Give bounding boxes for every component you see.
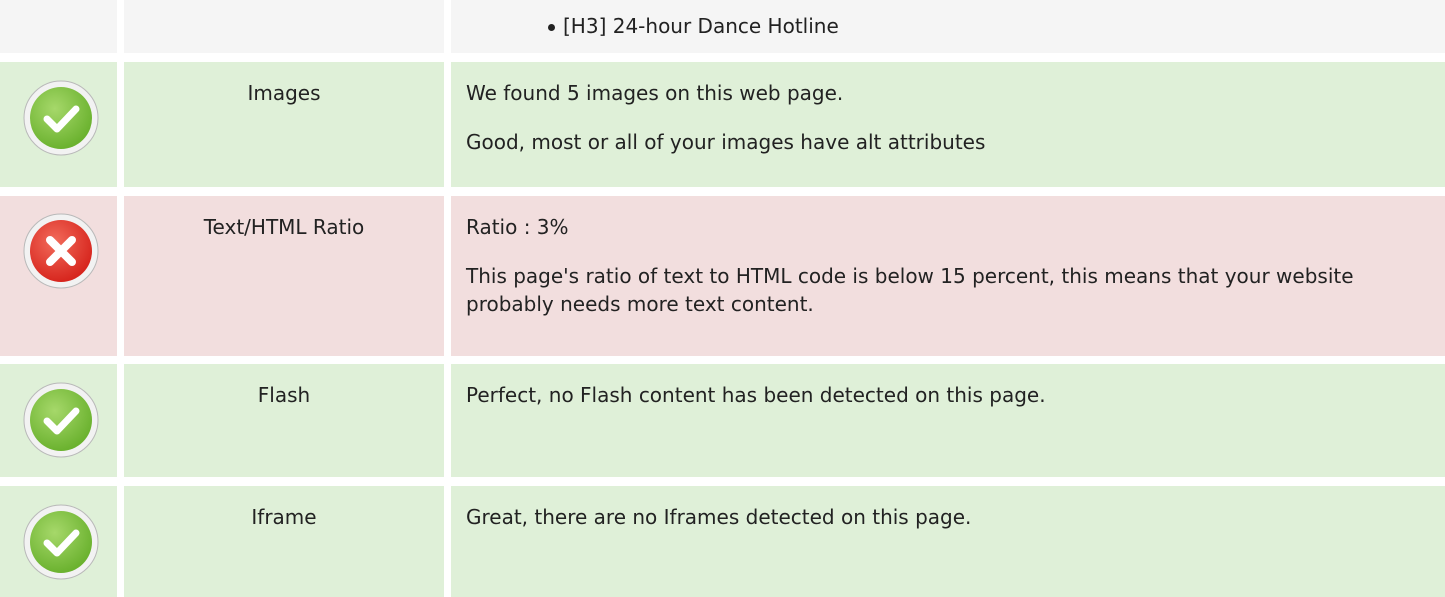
- row-label: Iframe: [124, 486, 444, 597]
- check-icon: [23, 80, 99, 156]
- images-row: Images We found 5 images on this web pag…: [0, 62, 1445, 187]
- row-content: Ratio : 3% This page's ratio of text to …: [451, 196, 1445, 356]
- row-line: Great, there are no Iframes detected on …: [466, 505, 972, 529]
- row-line: Perfect, no Flash content has been detec…: [466, 383, 1046, 407]
- row-line: Good, most or all of your images have al…: [466, 130, 986, 154]
- row-content: Great, there are no Iframes detected on …: [451, 486, 1445, 597]
- status-cell: [0, 364, 117, 477]
- heading-list-item: [H3] 24-hour Dance Hotline: [451, 0, 1445, 40]
- headings-row-continuation: [H3] 24-hour Dance Hotline: [0, 0, 1445, 53]
- row-line: We found 5 images on this web page.: [466, 81, 844, 105]
- cross-icon: [23, 213, 99, 289]
- label-cell: [124, 0, 444, 53]
- status-cell: [0, 0, 117, 53]
- row-label: Flash: [124, 364, 444, 477]
- status-cell: [0, 486, 117, 597]
- row-line: Ratio : 3%: [466, 215, 569, 239]
- iframe-row: Iframe Great, there are no Iframes detec…: [0, 486, 1445, 597]
- check-icon: [23, 382, 99, 458]
- row-content: We found 5 images on this web page. Good…: [451, 62, 1445, 187]
- row-line: This page's ratio of text to HTML code i…: [466, 264, 1354, 316]
- text-html-ratio-row: Text/HTML Ratio Ratio : 3% This page's r…: [0, 196, 1445, 356]
- flash-row: Flash Perfect, no Flash content has been…: [0, 364, 1445, 477]
- status-cell: [0, 196, 117, 356]
- content-cell: [H3] 24-hour Dance Hotline: [451, 0, 1445, 53]
- row-content: Perfect, no Flash content has been detec…: [451, 364, 1445, 477]
- row-label: Images: [124, 62, 444, 187]
- check-icon: [23, 504, 99, 580]
- heading-list: [H3] 24-hour Dance Hotline: [451, 0, 1445, 40]
- row-label: Text/HTML Ratio: [124, 196, 444, 356]
- status-cell: [0, 62, 117, 187]
